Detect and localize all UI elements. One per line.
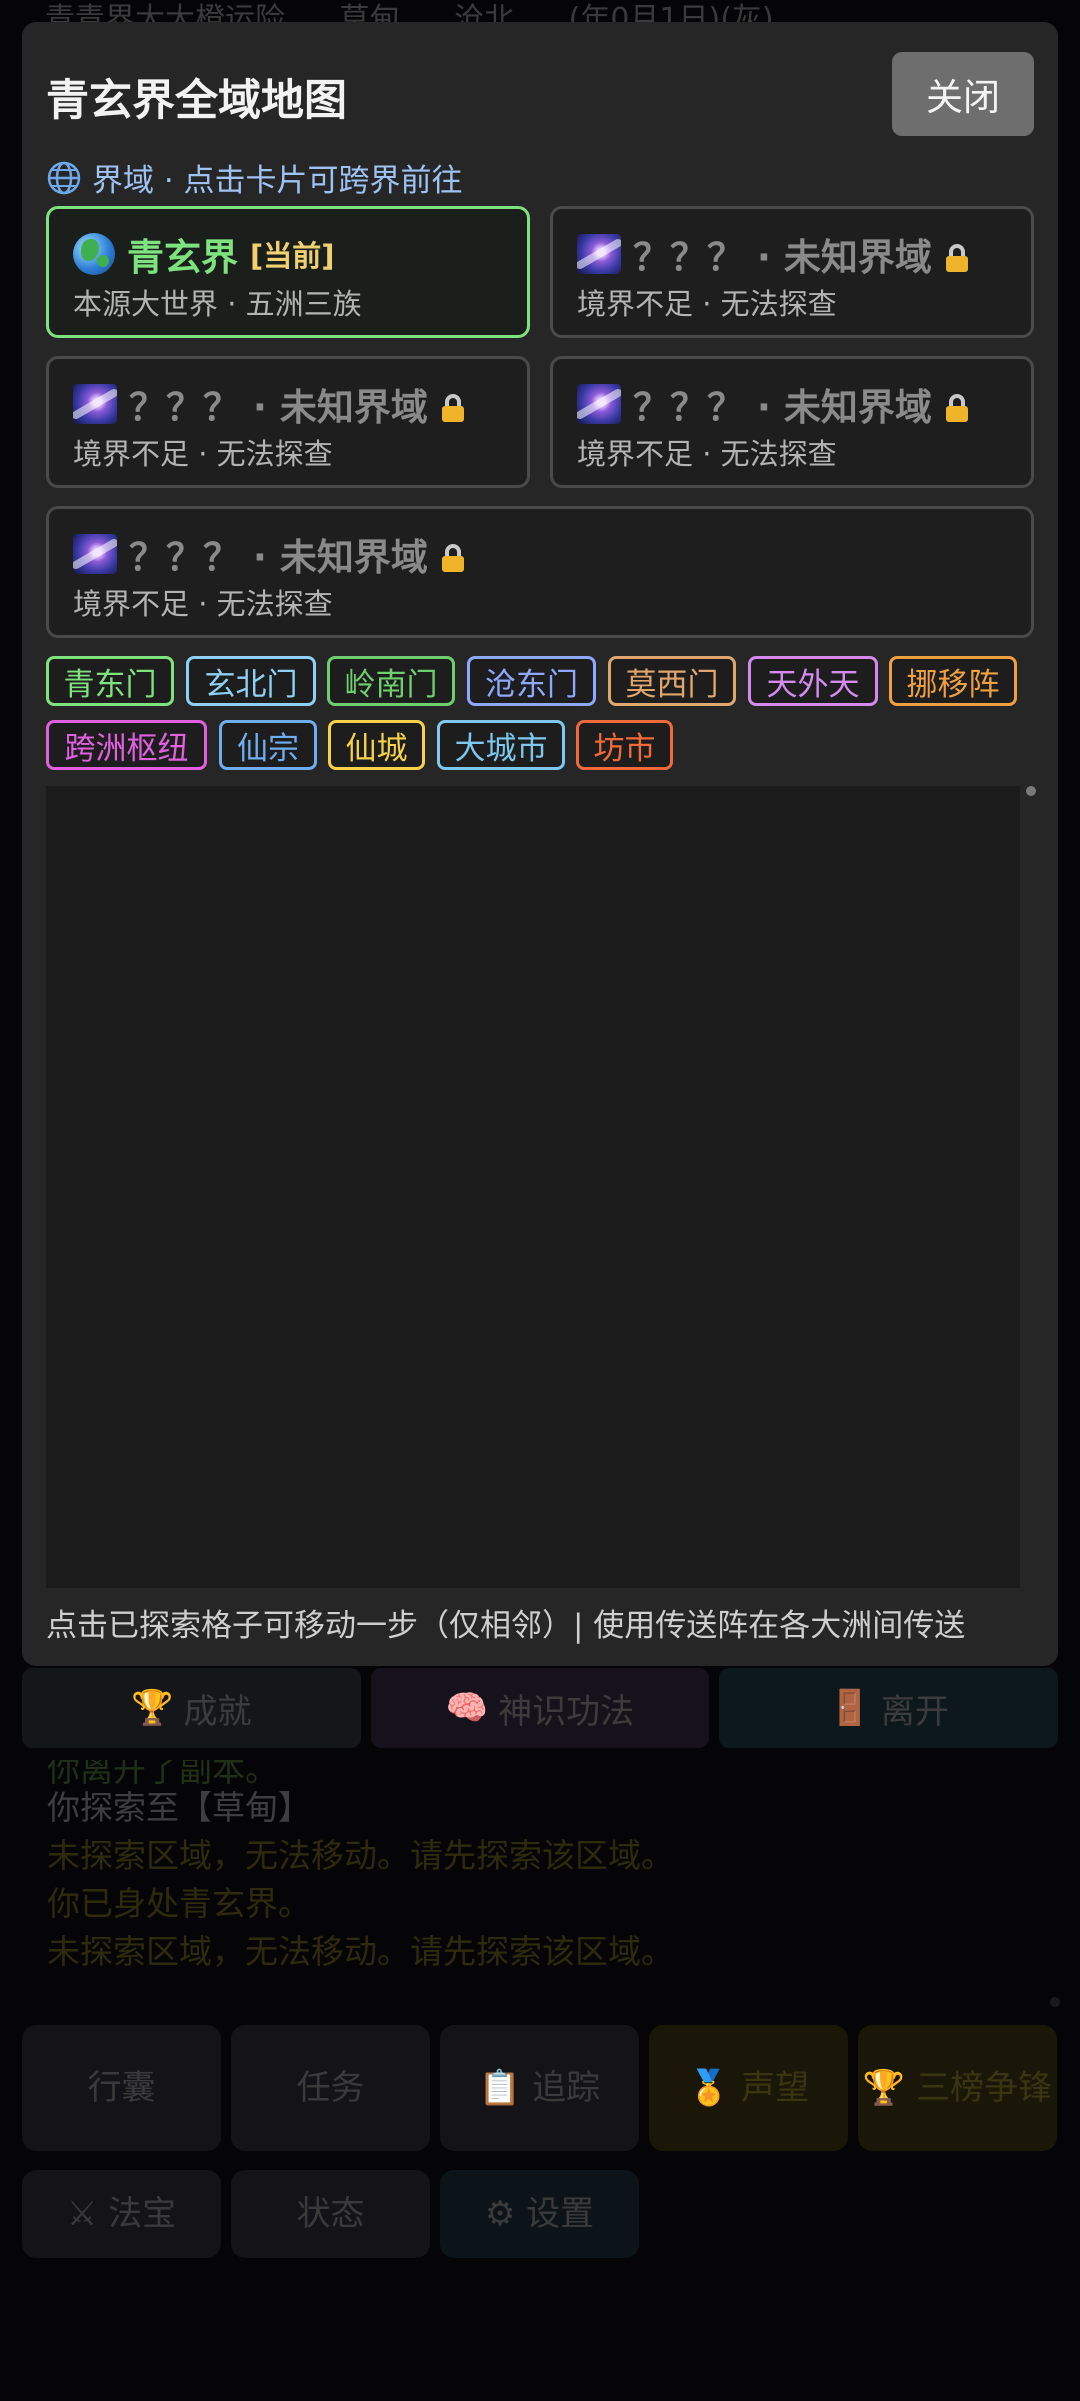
tag-xuanbeimen[interactable]: 玄北门 xyxy=(186,656,316,706)
earth-icon xyxy=(73,233,115,275)
background-message-log: 你离开了副本。 你探索至【草甸】 未探索区域，无法移动。请先探索该区域。 你已身… xyxy=(47,1760,1047,1976)
mind-skill-label: 神识功法 xyxy=(498,1691,635,1732)
log-line: 你离开了副本。 xyxy=(47,1760,278,1784)
globe-icon xyxy=(47,161,81,194)
background-menu-row-1: 行囊 任务 📋 追踪 🏅 声望 🏆 三榜争锋 xyxy=(22,2025,1058,2151)
realm-subtitle: 境界不足 · 无法探查 xyxy=(577,437,837,471)
tag-cangdongmen[interactable]: 沧东门 xyxy=(467,656,596,706)
tag-nuoyizhen[interactable]: 挪移阵 xyxy=(889,656,1017,706)
tag-kuazhoushuniu[interactable]: 跨洲枢纽 xyxy=(46,720,207,770)
quest-button: 任务 xyxy=(231,2025,430,2151)
map-grid-area[interactable] xyxy=(46,786,1020,1588)
background-menu-row-2: ⚔ 法宝 状态 ⚙ 设置 xyxy=(22,2170,1058,2258)
log-line: 未探索区域，无法移动。请先探索该区域。 xyxy=(47,1836,674,1875)
tag-xiancheng[interactable]: 仙城 xyxy=(328,720,425,770)
galaxy-icon xyxy=(577,234,621,274)
tag-fangshi[interactable]: 坊市 xyxy=(576,720,673,770)
world-map-modal: 青玄界全域地图 关闭 界域 · 点击卡片可跨界前往 青玄界 [当前] 本源大世界… xyxy=(22,22,1058,1666)
realm-name: ？？？ · 未知界域 xyxy=(633,236,932,279)
treasure-button: ⚔ 法宝 xyxy=(22,2170,221,2258)
tag-qingdongmen[interactable]: 青东门 xyxy=(46,656,174,706)
close-button[interactable]: 关闭 xyxy=(892,52,1034,136)
realm-card-unknown-3[interactable]: ？？？ · 未知界域 境界不足 · 无法探查 xyxy=(550,356,1034,488)
realm-name: ？？？ · 未知界域 xyxy=(129,536,428,579)
tag-xianzong[interactable]: 仙宗 xyxy=(219,720,317,770)
trophy-icon: 🏆 xyxy=(131,1688,174,1728)
realm-card-unknown-1[interactable]: ？？？ · 未知界域 境界不足 · 无法探查 xyxy=(550,206,1034,338)
modal-title: 青玄界全域地图 xyxy=(46,76,347,126)
lock-icon xyxy=(441,544,464,572)
tag-dachengshi[interactable]: 大城市 xyxy=(437,720,565,770)
realm-name: 青玄界 xyxy=(127,236,238,279)
galaxy-icon xyxy=(577,384,621,424)
background-action-row: 🏆 成就 🧠 神识功法 🚪 离开 xyxy=(22,1668,1059,1748)
realm-hint-text: 界域 · 点击卡片可跨界前往 xyxy=(92,163,463,199)
current-badge: [当前] xyxy=(250,239,335,273)
tracking-button: 📋 追踪 xyxy=(440,2025,639,2151)
achievements-label: 成就 xyxy=(183,1691,252,1732)
realm-subtitle: 本源大世界 · 五洲三族 xyxy=(73,287,362,321)
galaxy-icon xyxy=(73,534,117,574)
exit-icon: 🚪 xyxy=(828,1688,871,1728)
log-line: 你探索至【草甸】 xyxy=(47,1788,311,1827)
settings-button: ⚙ 设置 xyxy=(440,2170,639,2258)
brain-icon: 🧠 xyxy=(445,1688,489,1728)
realm-card-unknown-2[interactable]: ？？？ · 未知界域 境界不足 · 无法探查 xyxy=(46,356,530,488)
leave-label: 离开 xyxy=(880,1691,949,1732)
bag-button: 行囊 xyxy=(22,2025,221,2151)
realm-name: ？？？ · 未知界域 xyxy=(633,386,932,429)
lock-icon xyxy=(945,394,968,422)
log-line: 你已身处青玄界。 xyxy=(47,1884,311,1923)
lock-icon xyxy=(945,244,968,272)
realm-name: ？？？ · 未知界域 xyxy=(129,386,428,429)
rankings-button: 🏆 三榜争锋 xyxy=(858,2025,1057,2151)
lock-icon xyxy=(441,394,464,422)
realm-subtitle: 境界不足 · 无法探查 xyxy=(73,587,333,621)
leave-button: 🚪 离开 xyxy=(719,1668,1059,1748)
tag-tianwaitian[interactable]: 天外天 xyxy=(748,656,878,706)
realm-card-unknown-4[interactable]: ？？？ · 未知界域 境界不足 · 无法探查 xyxy=(46,506,1034,638)
realm-hint: 界域 · 点击卡片可跨界前往 xyxy=(46,155,463,200)
galaxy-icon xyxy=(73,384,117,424)
map-scroll-indicator[interactable] xyxy=(1026,786,1036,796)
achievements-button: 🏆 成就 xyxy=(22,1668,361,1748)
tag-lingnanmen[interactable]: 岭南门 xyxy=(327,656,455,706)
background-scroll-dot xyxy=(1050,1997,1060,2007)
reputation-button: 🏅 声望 xyxy=(649,2025,848,2151)
realm-subtitle: 境界不足 · 无法探查 xyxy=(577,287,837,321)
map-footer-hint: 点击已探索格子可移动一步（仅相邻）| 使用传送阵在各大洲间传送 xyxy=(46,1608,966,1644)
mind-skill-button: 🧠 神识功法 xyxy=(370,1668,710,1748)
tag-moximen[interactable]: 莫西门 xyxy=(608,656,736,706)
realm-subtitle: 境界不足 · 无法探查 xyxy=(73,437,333,471)
realm-card-qingxuan[interactable]: 青玄界 [当前] 本源大世界 · 五洲三族 xyxy=(46,206,530,338)
status-button: 状态 xyxy=(231,2170,430,2258)
log-line: 未探索区域，无法移动。请先探索该区域。 xyxy=(47,1932,674,1971)
